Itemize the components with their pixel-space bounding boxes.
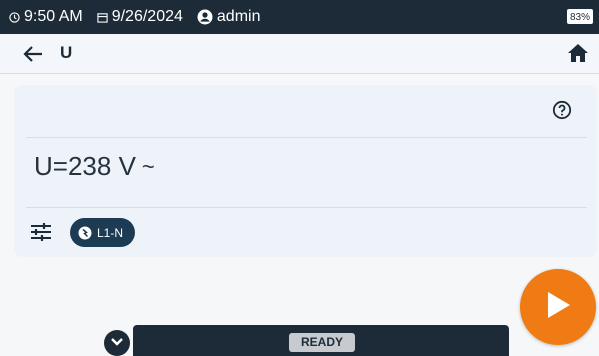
back-arrow-icon[interactable] (22, 43, 44, 70)
status-date-group: 9/26/2024 (97, 8, 183, 26)
help-icon[interactable] (552, 100, 572, 125)
user-icon (197, 9, 213, 25)
calendar-icon (97, 12, 108, 23)
page-title: U (60, 43, 73, 62)
measurement-reading: U=238 V ~ (34, 151, 155, 182)
start-measurement-button[interactable] (520, 269, 596, 345)
ac-symbol: ~ (141, 153, 155, 179)
chevron-down-icon (110, 334, 124, 352)
play-icon (544, 290, 572, 325)
reading-value: U=238 V (34, 151, 136, 181)
bottom-status-panel: READY (133, 325, 509, 356)
status-time: 9:50 AM (24, 8, 83, 25)
clock-icon (9, 11, 20, 23)
card-divider-top (26, 137, 587, 138)
home-icon[interactable] (567, 43, 589, 68)
status-time-group: 9:50 AM (9, 8, 83, 26)
status-bar: 9:50 AM 9/26/2024 admin 83% (0, 0, 599, 34)
phase-chip-label: L1-N (97, 225, 124, 240)
nav-bar: U (0, 34, 599, 74)
status-date: 9/26/2024 (111, 8, 183, 25)
settings-sliders-icon[interactable] (30, 222, 52, 247)
status-user-group: admin (197, 8, 261, 26)
phase-icon (78, 226, 92, 240)
card-divider-bottom (26, 207, 587, 208)
status-user: admin (216, 8, 261, 25)
measurement-card: U=238 V ~ L1-N (14, 85, 597, 257)
expand-panel-button[interactable] (104, 330, 130, 356)
phase-selector-chip[interactable]: L1-N (70, 218, 136, 247)
status-badge: READY (289, 333, 355, 352)
battery-indicator: 83% (567, 9, 593, 24)
